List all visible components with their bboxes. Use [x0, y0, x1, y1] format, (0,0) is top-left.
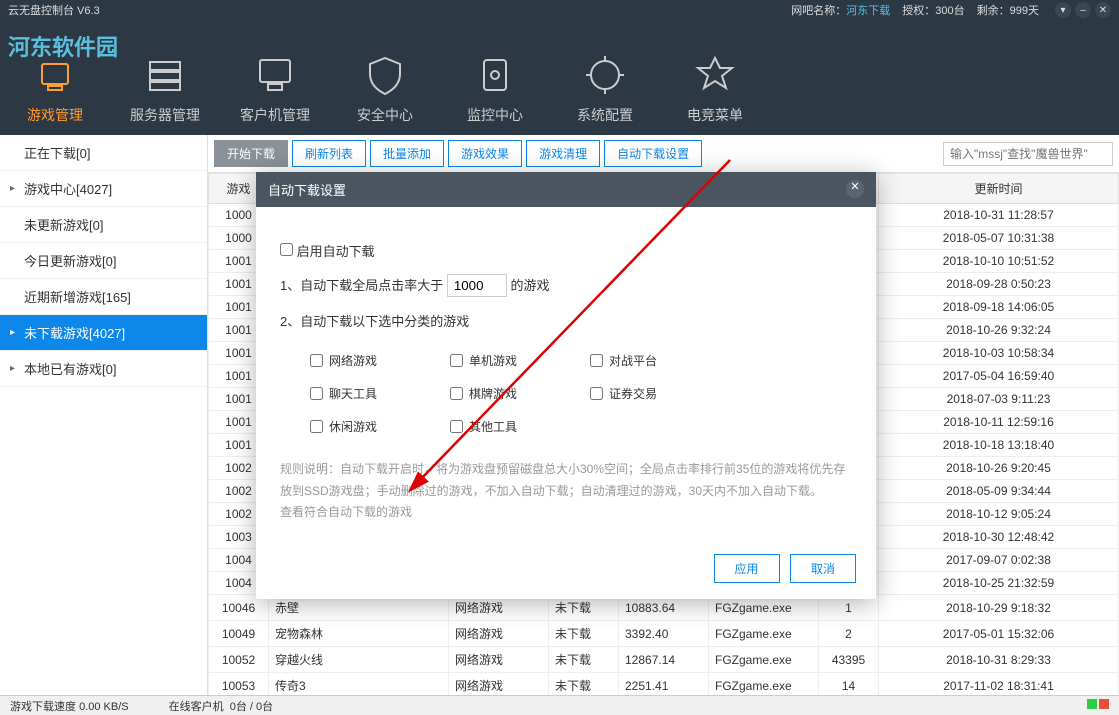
nav-客户机管理[interactable]: 客户机管理 [220, 30, 330, 125]
category-checkbox[interactable]: 其他工具 [450, 418, 590, 435]
search-input[interactable] [943, 142, 1113, 166]
category-checkbox[interactable]: 对战平台 [590, 352, 730, 369]
category-checkbox[interactable]: 证券交易 [590, 385, 730, 402]
download-speed: 游戏下载速度 0.00 KB/S [10, 698, 129, 714]
minimize-button[interactable]: – [1075, 2, 1091, 18]
nav-电竞菜单[interactable]: 电竞菜单 [660, 30, 770, 125]
sidebar-item[interactable]: 未更新游戏[0] [0, 207, 207, 243]
refresh-list-button[interactable]: 刷新列表 [292, 140, 366, 167]
modal-close-button[interactable]: ✕ [846, 180, 864, 198]
close-button[interactable]: ✕ [1095, 2, 1111, 18]
nav-icon [360, 45, 410, 105]
nav-icon [470, 45, 520, 105]
category-checkbox[interactable]: 休闲游戏 [310, 418, 450, 435]
cafe-name: 网吧名称：河东下载 [791, 2, 890, 18]
rules-description: 规则说明：自动下载开启时，将为游戏盘预留磁盘总大小30%空间；全局点击率排行前3… [280, 459, 852, 524]
auto-download-modal: 自动下载设置 ✕ 启用自动下载 1、自动下载全局点击率大于 的游戏 2、自动下载… [256, 172, 876, 599]
sidebar-item[interactable]: 今日更新游戏[0] [0, 243, 207, 279]
online-clients: 在线客户机 0台 / 0台 [169, 698, 274, 714]
sidebar-item[interactable]: ▸本地已有游戏[0] [0, 351, 207, 387]
game-cleanup-button[interactable]: 游戏清理 [526, 140, 600, 167]
clickrate-threshold-input[interactable] [447, 274, 507, 297]
nav-icon [580, 45, 630, 105]
cancel-button[interactable]: 取消 [790, 554, 856, 583]
remaining-info: 剩余：999天 [977, 2, 1039, 18]
nav-服务器管理[interactable]: 服务器管理 [110, 30, 220, 125]
enable-auto-download-checkbox[interactable]: 启用自动下载 [280, 244, 375, 259]
nav-安全中心[interactable]: 安全中心 [330, 30, 440, 125]
apply-button[interactable]: 应用 [714, 554, 780, 583]
category-checkbox[interactable]: 聊天工具 [310, 385, 450, 402]
logo: 河东软件园 [8, 30, 118, 62]
sidebar-item[interactable]: ▸游戏中心[4027] [0, 171, 207, 207]
nav-icon [140, 45, 190, 105]
nav-icon [250, 45, 300, 105]
table-row[interactable]: 10052穿越火线网络游戏未下载12867.14FGZgame.exe43395… [209, 647, 1119, 673]
col-update-time[interactable]: 更新时间 [879, 174, 1119, 204]
batch-add-button[interactable]: 批量添加 [370, 140, 444, 167]
auto-download-settings-button[interactable]: 自动下载设置 [604, 140, 702, 167]
status-leds [1085, 699, 1109, 712]
nav-icon [690, 45, 740, 105]
category-checkbox[interactable]: 棋牌游戏 [450, 385, 590, 402]
nav-监控中心[interactable]: 监控中心 [440, 30, 550, 125]
sidebar-item[interactable]: 正在下载[0] [0, 135, 207, 171]
table-row[interactable]: 10049宠物森林网络游戏未下载3392.40FGZgame.exe22017-… [209, 621, 1119, 647]
modal-title: 自动下载设置 [268, 180, 346, 199]
cafe-link[interactable]: 河东下载 [846, 5, 890, 17]
auth-info: 授权：300台 [902, 2, 964, 18]
app-title: 云无盘控制台 V6.3 [8, 2, 100, 18]
nav-系统配置[interactable]: 系统配置 [550, 30, 660, 125]
category-checkbox[interactable]: 网络游戏 [310, 352, 450, 369]
start-download-button[interactable]: 开始下载 [214, 140, 288, 167]
table-row[interactable]: 10053传奇3网络游戏未下载2251.41FGZgame.exe142017-… [209, 673, 1119, 696]
dropdown-icon[interactable]: ▾ [1055, 2, 1071, 18]
sidebar-item[interactable]: ▸未下载游戏[4027] [0, 315, 207, 351]
category-checkbox[interactable]: 单机游戏 [450, 352, 590, 369]
sidebar-item[interactable]: 近期新增游戏[165] [0, 279, 207, 315]
game-effects-button[interactable]: 游戏效果 [448, 140, 522, 167]
